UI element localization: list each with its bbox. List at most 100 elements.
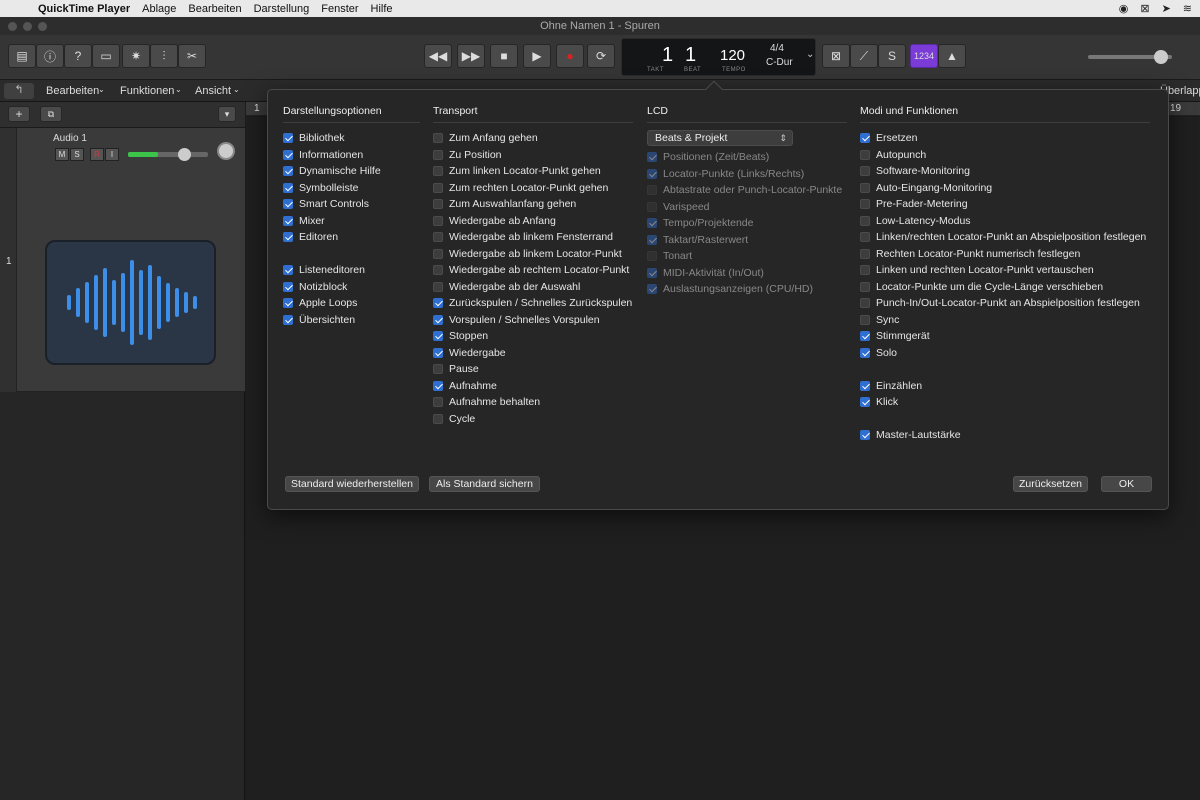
checkbox-unchecked-icon[interactable] <box>860 149 870 160</box>
transport-option[interactable]: Stoppen <box>433 328 633 345</box>
lcd-menu-chevron-icon[interactable]: ⌄ <box>806 49 814 60</box>
checkbox-unchecked-icon[interactable] <box>860 265 870 276</box>
modes-option[interactable]: Linken und rechten Locator-Punkt vertaus… <box>860 262 1150 279</box>
lcd-option[interactable]: Tempo/Projektende <box>647 215 847 232</box>
solo-mode-icon[interactable]: S <box>878 44 906 68</box>
reset-button[interactable]: Zurücksetzen <box>1013 476 1088 492</box>
edit-menu[interactable]: Bearbeiten <box>46 85 99 97</box>
lcd-option[interactable]: Taktart/Rasterwert <box>647 232 847 249</box>
lcd-option[interactable]: Locator-Punkte (Links/Rechts) <box>647 166 847 183</box>
minimize-window-icon[interactable] <box>23 22 32 31</box>
checkbox-unchecked-icon[interactable] <box>860 232 870 243</box>
transport-option[interactable]: Wiedergabe ab der Auswahl <box>433 279 633 296</box>
checkbox-checked-icon[interactable] <box>283 232 293 243</box>
checkbox-checked-icon[interactable] <box>860 397 870 408</box>
transport-option[interactable]: Wiedergabe ab linkem Locator-Punkt <box>433 246 633 263</box>
display-option[interactable]: Informationen <box>283 147 420 164</box>
checkbox-checked-icon[interactable] <box>283 182 293 193</box>
stop-icon[interactable]: ■ <box>490 44 518 68</box>
checkbox-unchecked-icon[interactable] <box>860 166 870 177</box>
transport-option[interactable]: Wiedergabe <box>433 345 633 362</box>
record-status-icon[interactable]: ◉ <box>1119 2 1129 15</box>
menu-bearbeiten[interactable]: Bearbeiten <box>182 3 247 15</box>
transport-option[interactable]: Aufnahme behalten <box>433 394 633 411</box>
modes-option[interactable]: Autopunch <box>860 147 1150 164</box>
checkbox-checked-icon[interactable] <box>283 149 293 160</box>
zoom-window-icon[interactable] <box>38 22 47 31</box>
view-menu[interactable]: Ansicht <box>195 85 231 97</box>
checkbox-checked-icon[interactable] <box>860 430 870 441</box>
menu-ablage[interactable]: Ablage <box>136 3 182 15</box>
duplicate-track-icon[interactable]: ⧉ <box>40 106 62 122</box>
display-option[interactable]: Editoren <box>283 229 420 246</box>
checkbox-unchecked-icon[interactable] <box>647 251 657 262</box>
checkbox-unchecked-icon[interactable] <box>433 166 443 177</box>
inspector-icon[interactable]: ⓘ <box>36 44 64 68</box>
checkbox-checked-icon[interactable] <box>647 168 657 179</box>
modes-option[interactable]: Sync <box>860 312 1150 329</box>
transport-option[interactable]: Zurückspulen / Schnelles Zurückspulen <box>433 295 633 312</box>
checkbox-unchecked-icon[interactable] <box>860 182 870 193</box>
master-volume-slider[interactable] <box>1088 50 1172 64</box>
functions-menu[interactable]: Funktionen <box>120 85 174 97</box>
checkbox-checked-icon[interactable] <box>283 133 293 144</box>
checkbox-checked-icon[interactable] <box>647 218 657 229</box>
checkbox-unchecked-icon[interactable] <box>647 185 657 196</box>
transport-option[interactable]: Aufnahme <box>433 378 633 395</box>
modes-option[interactable]: Low-Latency-Modus <box>860 213 1150 230</box>
lcd-option[interactable]: MIDI-Aktivität (In/Out) <box>647 265 847 282</box>
checkbox-checked-icon[interactable] <box>860 347 870 358</box>
checkbox-checked-icon[interactable] <box>283 199 293 210</box>
lcd-option[interactable]: Auslastungsanzeigen (CPU/HD) <box>647 281 847 298</box>
checkbox-checked-icon[interactable] <box>433 298 443 309</box>
transport-option[interactable]: Wiedergabe ab linkem Fensterrand <box>433 229 633 246</box>
checkbox-unchecked-icon[interactable] <box>647 201 657 212</box>
transport-option[interactable]: Vorspulen / Schnelles Vorspulen <box>433 312 633 329</box>
modes-option[interactable]: Software-Monitoring <box>860 163 1150 180</box>
track-name[interactable]: Audio 1 <box>53 133 87 144</box>
mixer-icon[interactable]: ⫶ <box>150 44 178 68</box>
wifi-icon[interactable]: ≋ <box>1183 2 1192 15</box>
checkbox-unchecked-icon[interactable] <box>433 397 443 408</box>
master-volume-knob[interactable] <box>1154 50 1168 64</box>
display-option[interactable]: Symbolleiste <box>283 180 420 197</box>
checkbox-checked-icon[interactable] <box>860 380 870 391</box>
close-window-icon[interactable] <box>8 22 17 31</box>
mute-button[interactable]: M <box>55 148 69 161</box>
checkbox-checked-icon[interactable] <box>433 380 443 391</box>
editors-scissors-icon[interactable]: ✂ <box>178 44 206 68</box>
metronome-icon[interactable]: ▲ <box>938 44 966 68</box>
checkbox-unchecked-icon[interactable] <box>433 199 443 210</box>
checkbox-checked-icon[interactable] <box>860 331 870 342</box>
modes-option[interactable]: Klick <box>860 394 1150 411</box>
add-track-icon[interactable]: + <box>8 106 30 122</box>
tuner-icon[interactable]: ⟋ <box>850 44 878 68</box>
modes-option[interactable]: Einzählen <box>860 378 1150 395</box>
display-option[interactable]: Smart Controls <box>283 196 420 213</box>
modes-option[interactable]: Master-Lautstärke <box>860 427 1150 444</box>
restore-default-button[interactable]: Standard wiederherstellen <box>285 476 419 492</box>
checkbox-checked-icon[interactable] <box>433 347 443 358</box>
transport-option[interactable]: Cycle <box>433 411 633 428</box>
checkbox-unchecked-icon[interactable] <box>433 265 443 276</box>
checkbox-unchecked-icon[interactable] <box>433 364 443 375</box>
checkbox-unchecked-icon[interactable] <box>860 281 870 292</box>
toolbar-icon[interactable]: ▭ <box>92 44 120 68</box>
transport-option[interactable]: Wiedergabe ab Anfang <box>433 213 633 230</box>
count-in-button[interactable]: 1234 <box>910 44 938 68</box>
record-enable-button[interactable]: R <box>90 148 104 161</box>
transport-option[interactable]: Pause <box>433 361 633 378</box>
modes-option[interactable]: Auto-Eingang-Monitoring <box>860 180 1150 197</box>
record-icon[interactable]: ● <box>556 44 584 68</box>
solo-button[interactable]: S <box>70 148 84 161</box>
transport-option[interactable]: Zum Anfang gehen <box>433 130 633 147</box>
checkbox-unchecked-icon[interactable] <box>433 149 443 160</box>
checkbox-unchecked-icon[interactable] <box>433 232 443 243</box>
quick-help-icon[interactable]: ? <box>64 44 92 68</box>
checkbox-unchecked-icon[interactable] <box>433 133 443 144</box>
checkbox-unchecked-icon[interactable] <box>433 281 443 292</box>
fast-forward-icon[interactable]: ▶▶ <box>457 44 485 68</box>
checkbox-unchecked-icon[interactable] <box>433 413 443 424</box>
checkbox-unchecked-icon[interactable] <box>433 182 443 193</box>
checkbox-unchecked-icon[interactable] <box>860 298 870 309</box>
